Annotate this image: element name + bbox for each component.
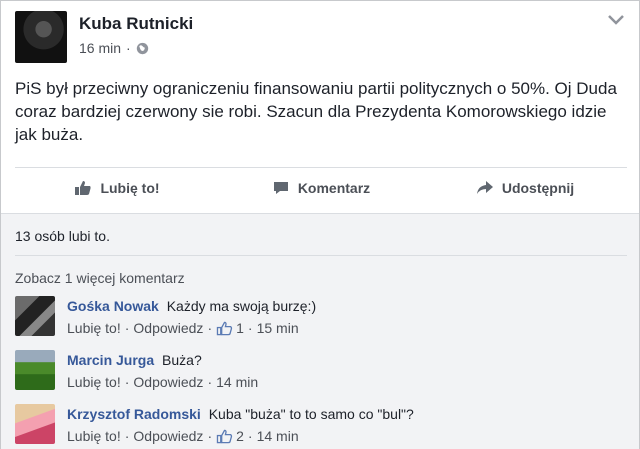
comment-item: Krzysztof Radomski Kuba "buża" to to sam… (15, 404, 627, 449)
action-bar: Lubię to! Komentarz Udostępnij (15, 167, 627, 207)
share-button[interactable]: Udostępnij (423, 180, 627, 196)
comment-body: Marcin Jurga Buża? Lubię to! · Odpowiedz… (67, 350, 258, 390)
comments-section: 13 osób lubi to. Zobacz 1 więcej komenta… (1, 213, 639, 449)
dot-separator: · (207, 374, 213, 390)
comment-label: Komentarz (297, 179, 371, 196)
dot-separator: · (207, 428, 213, 444)
chevron-down-icon[interactable] (607, 13, 625, 27)
comment-body: Krzysztof Radomski Kuba "buża" to to sam… (67, 404, 414, 444)
comment-time[interactable]: 14 min (216, 374, 258, 390)
globe-icon[interactable] (136, 42, 149, 55)
meta-separator: · (126, 40, 131, 56)
commenter-name[interactable]: Gośka Nowak (67, 298, 159, 314)
comment-reply-link[interactable]: Odpowiedz (133, 374, 203, 390)
dot-separator: · (207, 320, 213, 336)
comment-like-count[interactable]: 1 (216, 320, 244, 336)
thumbs-up-icon (75, 180, 92, 195)
post-card: Kuba Rutnicki 16 min · PiS był przeciwny… (0, 0, 640, 449)
dot-separator: · (124, 428, 130, 444)
comment-text: Każdy ma swoją burzę:) (166, 298, 317, 314)
comment-time[interactable]: 15 min (257, 320, 299, 336)
comment-item: Gośka Nowak Każdy ma swoją burzę:) Lubię… (15, 296, 627, 342)
comment-like-link[interactable]: Lubię to! (67, 320, 121, 336)
comment-reply-link[interactable]: Odpowiedz (133, 320, 203, 336)
like-label: Lubię to! (100, 179, 160, 196)
thumbs-up-outline-icon (216, 429, 233, 443)
comment-icon (273, 181, 288, 194)
comment-text: Buża? (162, 352, 202, 368)
dot-separator: · (124, 320, 130, 336)
comment-like-count[interactable]: 2 (216, 428, 244, 444)
view-more-comments-link[interactable]: Zobacz 1 więcej komentarz (15, 270, 185, 286)
commenter-name[interactable]: Marcin Jurga (67, 352, 154, 368)
dot-separator: · (247, 320, 253, 336)
share-label: Udostępnij (501, 179, 575, 196)
post-header: Kuba Rutnicki 16 min · (15, 11, 627, 63)
comment-body: Gośka Nowak Każdy ma swoją burzę:) Lubię… (67, 296, 316, 336)
like-count: 2 (236, 428, 244, 444)
thumbs-up-outline-icon (216, 321, 233, 335)
comment-like-link[interactable]: Lubię to! (67, 374, 121, 390)
commenter-avatar[interactable] (15, 350, 55, 390)
author-name[interactable]: Kuba Rutnicki (79, 14, 193, 34)
commenter-name[interactable]: Krzysztof Radomski (67, 406, 201, 422)
comment-time[interactable]: 14 min (257, 428, 299, 444)
author-avatar[interactable] (15, 11, 67, 63)
like-count: 1 (236, 320, 244, 336)
commenter-avatar[interactable] (15, 296, 55, 336)
dot-separator: · (247, 428, 253, 444)
comment-item: Marcin Jurga Buża? Lubię to! · Odpowiedz… (15, 350, 627, 396)
comment-like-link[interactable]: Lubię to! (67, 428, 121, 444)
comment-text: Kuba "buża" to to samo co "bul"? (208, 406, 414, 422)
commenter-avatar[interactable] (15, 404, 55, 444)
post-text: PiS był przeciwny ograniczeniu finansowa… (15, 79, 617, 144)
share-icon (476, 180, 493, 194)
post-time[interactable]: 16 min (79, 40, 121, 56)
comment-reply-link[interactable]: Odpowiedz (133, 428, 203, 444)
likes-summary[interactable]: 13 osób lubi to. (15, 228, 110, 244)
comment-button[interactable]: Komentarz (219, 180, 423, 196)
divider (15, 255, 627, 256)
post-meta: 16 min · (79, 40, 149, 56)
dot-separator: · (124, 374, 130, 390)
like-button[interactable]: Lubię to! (15, 180, 219, 196)
